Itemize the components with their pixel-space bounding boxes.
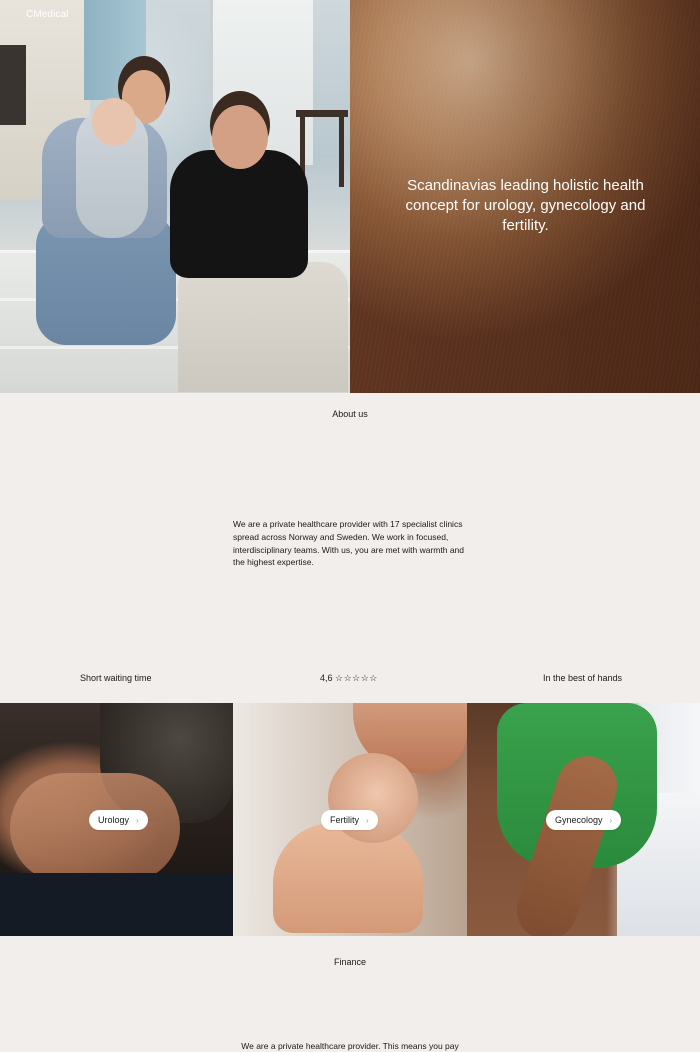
chevron-right-icon: › bbox=[366, 816, 369, 825]
logo-link[interactable]: CMedical bbox=[26, 9, 68, 20]
usp-best-hands: In the best of hands bbox=[543, 673, 623, 683]
category-card-fertility[interactable]: Fertility › bbox=[233, 703, 467, 936]
urology-button[interactable]: Urology › bbox=[89, 810, 148, 830]
chevron-right-icon: › bbox=[609, 816, 613, 825]
category-card-urology[interactable]: Urology › bbox=[0, 703, 233, 936]
hero-section: CMedical Scandinavias leading holistic h… bbox=[0, 0, 700, 393]
usp-rating: 4,6 ☆☆☆☆☆ bbox=[320, 673, 378, 684]
gynecology-button[interactable]: Gynecology › bbox=[546, 810, 622, 830]
finance-heading: Finance bbox=[333, 957, 367, 967]
urology-button-label: Urology bbox=[98, 815, 130, 825]
rating-value: 4,6 bbox=[320, 673, 333, 683]
fertility-button-label: Fertility bbox=[330, 815, 359, 825]
hero-tagline: Scandinavias leading holistic health con… bbox=[405, 177, 646, 235]
usp-waiting-time: Short waiting time bbox=[80, 673, 152, 683]
finance-text: We are a private healthcare provider. Th… bbox=[241, 1041, 459, 1051]
about-heading: About us bbox=[332, 409, 368, 419]
hero-family-photo bbox=[0, 0, 350, 393]
fertility-button[interactable]: Fertility › bbox=[321, 810, 378, 830]
category-card-gynecology[interactable]: Gynecology › bbox=[467, 703, 700, 936]
about-text: We are a private healthcare provider wit… bbox=[233, 519, 465, 568]
rating-stars-icon: ☆☆☆☆☆ bbox=[335, 673, 378, 683]
chevron-right-icon: › bbox=[136, 816, 139, 825]
gynecology-button-label: Gynecology bbox=[555, 815, 603, 825]
